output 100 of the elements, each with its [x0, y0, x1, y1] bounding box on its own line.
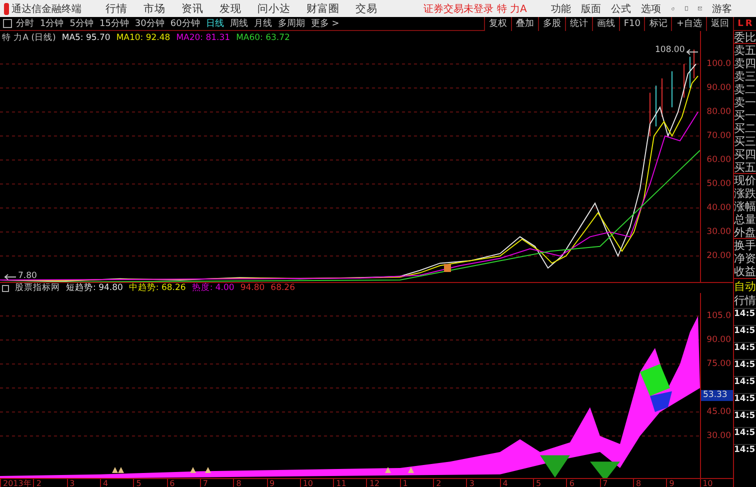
quote-label: 总量: [734, 213, 756, 226]
date-axis-label: 9: [666, 479, 700, 487]
down-triangle-icon: [590, 462, 620, 478]
period-tab[interactable]: 分时: [16, 17, 34, 30]
menu-item[interactable]: 问小达: [258, 2, 291, 16]
login-status: 证券交易未登录 特 力A: [424, 2, 527, 16]
period-tab[interactable]: 60分钟: [170, 17, 200, 30]
menu-item[interactable]: 交易: [356, 2, 378, 16]
period-tab[interactable]: 多周期: [278, 17, 305, 30]
quote-label: 卖二: [734, 83, 756, 96]
indicator-axis-label: 30.00: [706, 431, 731, 441]
quote-label: 换手: [734, 239, 756, 252]
date-axis-label: 5: [533, 479, 566, 487]
menu-item[interactable]: 市场: [144, 2, 166, 16]
chart-tool-button[interactable]: 复权: [484, 16, 511, 30]
menu-item[interactable]: 发现: [220, 2, 242, 16]
quote-label: 卖一: [734, 96, 756, 109]
ma-value: MA20: 81.31: [176, 33, 230, 43]
app-title: 通达信金融终端: [12, 2, 82, 16]
date-axis-label: 3: [66, 479, 100, 487]
period-tab[interactable]: 5分钟: [70, 17, 94, 30]
date-axis-label: 4: [100, 479, 134, 487]
date-axis-label: 4: [500, 479, 533, 487]
price-axis-label: 100.0: [706, 59, 731, 69]
date-axis-label: 1: [400, 479, 434, 487]
date-axis-label: 7: [200, 479, 234, 487]
period-tab[interactable]: 日线: [206, 17, 224, 30]
price-axis-label: 20.00: [706, 251, 731, 261]
price-axis-label: 70.00: [706, 131, 731, 141]
high-price-label: 108.00: [655, 45, 685, 55]
trade-time: 14:5: [734, 393, 756, 410]
date-axis-label: 2: [33, 479, 67, 487]
toolbar-menu-item[interactable]: 公式: [610, 2, 631, 16]
quote-label: 买三: [734, 135, 756, 148]
quote-label: 买一: [734, 109, 756, 122]
indicator-value: 68.26: [270, 283, 295, 293]
low-price-label: 7.80: [18, 271, 37, 281]
date-axis-label: 8: [233, 479, 266, 487]
price-axis-label: 80.00: [706, 107, 731, 117]
date-axis-label: 5: [133, 479, 167, 487]
menu-item[interactable]: 行情: [106, 2, 128, 16]
quote-label: 买五: [734, 161, 756, 174]
user-label[interactable]: 游客: [712, 2, 732, 16]
toolbar-menu-item[interactable]: 选项: [640, 2, 661, 16]
period-tab[interactable]: 30分钟: [134, 17, 164, 30]
date-axis-label: 6: [166, 479, 200, 487]
price-axis-label: 30.00: [706, 227, 731, 237]
trade-time: 14:5: [734, 342, 756, 359]
ma-value: MA60: 63.72: [236, 33, 290, 43]
chart-tool-button[interactable]: +自选: [671, 16, 706, 30]
period-tab[interactable]: 月线: [254, 17, 272, 30]
toggle-icon[interactable]: [3, 19, 12, 28]
app-logo-icon: [4, 2, 9, 14]
date-axis-label: 10: [700, 479, 733, 487]
quote-label: 卖四: [734, 57, 756, 70]
quotes-label: 行情: [734, 293, 756, 308]
current-value-label: 53.33: [701, 390, 733, 401]
period-tab[interactable]: 周线: [230, 17, 248, 30]
indicator-value: 热度: 4.00: [192, 282, 234, 294]
indicator-axis-label: 90.00: [706, 335, 731, 345]
trade-time: 14:5: [734, 410, 756, 427]
period-tab[interactable]: 15分钟: [99, 17, 129, 30]
quote-label: 委比: [734, 31, 756, 44]
message-icon[interactable]: [698, 4, 702, 13]
chart-tool-button[interactable]: 返回: [706, 16, 733, 30]
date-axis-label: 7: [600, 479, 633, 487]
price-axis-label: 40.00: [706, 203, 731, 213]
date-axis-label: 10: [300, 479, 334, 487]
menu-item[interactable]: 财富圈: [306, 2, 340, 16]
indicator-value: 94.80: [240, 283, 265, 293]
trade-time: 14:5: [734, 427, 756, 444]
corner-label: L: [738, 18, 744, 28]
quote-label: 涨幅: [734, 200, 756, 213]
down-triangle-icon: [540, 455, 570, 478]
toolbar-menu-item[interactable]: 功能: [550, 2, 571, 16]
quote-label: 涨跌: [734, 187, 756, 200]
ma-value: MA5: 95.70: [62, 33, 110, 43]
arrow-icon: [686, 49, 698, 55]
trade-time: 14:5: [734, 308, 756, 325]
chart-tool-button[interactable]: 标记: [644, 16, 672, 30]
quote-label: 买四: [734, 148, 756, 161]
date-axis-label: 2: [433, 479, 466, 487]
price-axis-label: 50.00: [706, 179, 731, 189]
date-axis-label: 2013年: [0, 479, 34, 487]
price-axis-label: 60.00: [706, 155, 731, 165]
menu-item[interactable]: 资讯: [182, 2, 204, 16]
date-axis-label: 3: [466, 479, 500, 487]
period-tab[interactable]: 更多 >: [310, 17, 340, 30]
toolbar-menu-item[interactable]: 版面: [580, 2, 601, 16]
up-triangle-icon: [385, 467, 391, 473]
indicator-icon: [2, 284, 9, 292]
period-tab[interactable]: 1分钟: [40, 17, 64, 30]
trade-time: 14:5: [734, 325, 756, 342]
indicator-value: 中趋势: 68.26: [128, 282, 186, 294]
quote-label: 卖五: [734, 44, 756, 57]
indicator-value: 短趋势: 94.80: [66, 282, 123, 294]
quote-label: 卖三: [734, 70, 756, 83]
date-axis-label: 6: [566, 479, 600, 487]
date-axis-label: 8: [632, 479, 666, 487]
trade-time: 14:5: [734, 359, 756, 376]
